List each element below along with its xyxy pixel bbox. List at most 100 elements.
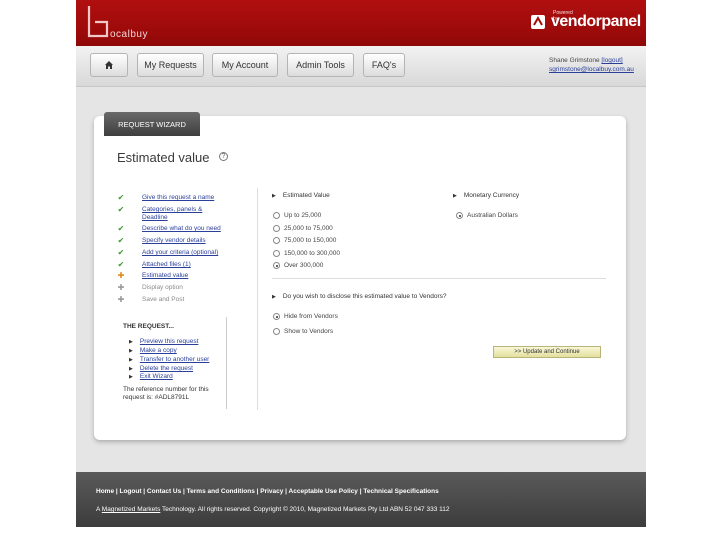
- column-divider: [257, 188, 258, 410]
- step-label: Give this request a name: [142, 194, 215, 201]
- bullet-triangle-icon: ▶: [129, 356, 133, 363]
- transfer-request-link[interactable]: ▶ Transfer to another user: [129, 356, 209, 363]
- section-triangle-icon: ▶: [272, 293, 276, 300]
- check-icon: ✔: [117, 236, 125, 245]
- step-item[interactable]: ✔ Describe what do you need: [116, 223, 221, 234]
- option-label: 25,000 to 75,000: [284, 225, 333, 232]
- step-item-pending: ✚ Display option: [116, 282, 183, 293]
- reference-line-1: The reference number for this: [123, 386, 209, 393]
- step-label: Display option: [142, 284, 183, 291]
- header-bar: ocalbuy Powered by vendorpanel: [76, 0, 646, 46]
- user-email-link[interactable]: sgrimstone@localbuy.com.au: [549, 66, 634, 73]
- make-copy-link[interactable]: ▶ Make a copy: [129, 347, 177, 354]
- step-item[interactable]: ✔ Specify vendor details: [116, 235, 206, 246]
- option-label: Up to 25,000: [284, 212, 322, 219]
- option-label: 75,000 to 150,000: [284, 237, 337, 244]
- value-option-150000-300000[interactable]: 150,000 to 300,000: [273, 250, 340, 257]
- delete-request-link[interactable]: ▶ Delete the request: [129, 365, 193, 372]
- nav-bar: My Requests My Account Admin Tools FAQ's…: [76, 46, 646, 87]
- step-item[interactable]: ✔ Give this request a name: [116, 192, 215, 203]
- pending-step-icon: ✚: [117, 295, 125, 304]
- bullet-triangle-icon: ▶: [129, 347, 133, 354]
- section-triangle-icon: ▶: [272, 192, 276, 199]
- user-name: Shane Grimstone: [549, 57, 600, 64]
- check-icon: ✔: [117, 248, 125, 257]
- value-option-upto-25000[interactable]: Up to 25,000: [273, 212, 321, 219]
- heading-text: Estimated Value: [282, 192, 330, 199]
- user-info: Shane Grimstone [logout] sgrimstone@loca…: [549, 56, 634, 74]
- option-label: 150,000 to 300,000: [284, 250, 341, 257]
- home-button[interactable]: [90, 53, 128, 77]
- step-item[interactable]: ✔ Attached files (1): [116, 259, 191, 270]
- check-icon: ✔: [117, 193, 125, 202]
- option-label: Show to Vendors: [284, 328, 334, 335]
- step-item-line2[interactable]: Deadline: [142, 212, 168, 223]
- radio-button[interactable]: [273, 237, 280, 244]
- estimated-value-heading: ▶ Estimated Value: [272, 192, 330, 199]
- action-label: Transfer to another user: [139, 356, 210, 363]
- radio-button-selected[interactable]: [273, 313, 280, 320]
- radio-button[interactable]: [273, 250, 280, 257]
- check-icon: ✔: [117, 205, 125, 214]
- value-option-over-300000[interactable]: Over 300,000: [273, 262, 323, 269]
- action-label: Make a copy: [139, 347, 177, 354]
- bullet-triangle-icon: ▶: [129, 365, 133, 372]
- step-label: Describe what do you need: [142, 225, 221, 232]
- action-label: Preview this request: [139, 338, 199, 345]
- step-item-pending: ✚ Save and Post: [116, 294, 185, 305]
- action-label: Delete the request: [139, 365, 193, 372]
- action-label: Exit Wizard: [139, 373, 173, 380]
- footer: Home | Logout | Contact Us | Terms and C…: [76, 472, 646, 527]
- option-label: Australian Dollars: [467, 212, 518, 219]
- heading-text: Do you wish to disclose this estimated v…: [282, 293, 447, 300]
- copyright-rest: Technology. All rights reserved. Copyrig…: [162, 506, 450, 513]
- section-divider: [272, 278, 606, 279]
- logo-text: ocalbuy: [110, 29, 148, 40]
- radio-button-selected[interactable]: [456, 212, 463, 219]
- step-label: Add your criteria (optional): [142, 249, 219, 256]
- value-option-75000-150000[interactable]: 75,000 to 150,000: [273, 237, 336, 244]
- app-window: ocalbuy Powered by vendorpanel My Reques…: [76, 0, 646, 527]
- update-continue-button[interactable]: >> Update and Continue: [493, 346, 601, 358]
- check-icon: ✔: [117, 224, 125, 233]
- section-triangle-icon: ▶: [453, 192, 457, 199]
- value-option-25000-75000[interactable]: 25,000 to 75,000: [273, 225, 333, 232]
- step-label: Attached files (1): [142, 261, 191, 268]
- nav-admin-tools[interactable]: Admin Tools: [287, 53, 354, 77]
- currency-heading: ▶ Monetary Currency: [453, 192, 519, 199]
- request-wizard-tab: REQUEST WIZARD: [104, 112, 200, 136]
- bullet-triangle-icon: ▶: [129, 373, 133, 380]
- company-link[interactable]: Magnetized Markets: [102, 506, 161, 513]
- step-item[interactable]: ✔ Add your criteria (optional): [116, 247, 219, 258]
- nav-my-requests[interactable]: My Requests: [137, 53, 204, 77]
- radio-button[interactable]: [273, 328, 280, 335]
- radio-button-selected[interactable]: [273, 262, 280, 269]
- disclose-option-hide[interactable]: Hide from Vendors: [273, 313, 338, 320]
- disclose-option-show[interactable]: Show to Vendors: [273, 328, 333, 335]
- page-title: Estimated value: [117, 150, 210, 165]
- logout-link[interactable]: [logout]: [601, 57, 622, 64]
- option-label: Hide from Vendors: [284, 313, 338, 320]
- localbuy-logo-icon: [87, 6, 109, 38]
- nav-faqs[interactable]: FAQ's: [363, 53, 405, 77]
- copyright-prefix: A: [96, 506, 100, 513]
- exit-wizard-link[interactable]: ▶ Exit Wizard: [129, 373, 173, 380]
- preview-request-link[interactable]: ▶ Preview this request: [129, 338, 198, 345]
- radio-button[interactable]: [273, 212, 280, 219]
- disclose-heading: ▶ Do you wish to disclose this estimated…: [272, 293, 447, 300]
- bullet-triangle-icon: ▶: [129, 338, 133, 345]
- footer-links[interactable]: Home | Logout | Contact Us | Terms and C…: [96, 488, 439, 495]
- copyright-text: A Magnetized Markets Technology. All rig…: [96, 506, 450, 513]
- request-box-heading: THE REQUEST...: [123, 323, 174, 330]
- currency-option-aud[interactable]: Australian Dollars: [456, 212, 518, 219]
- check-icon: ✔: [117, 260, 125, 269]
- pending-step-icon: ✚: [117, 283, 125, 292]
- reference-line-2: request is: #ADL8791L: [123, 394, 190, 401]
- current-step-icon: ✚: [117, 271, 125, 280]
- step-label: Specify vendor details: [142, 237, 206, 244]
- nav-my-account[interactable]: My Account: [212, 53, 278, 77]
- vendorpanel-label: vendorpanel: [551, 13, 641, 30]
- radio-button[interactable]: [273, 225, 280, 232]
- home-icon: [105, 61, 113, 69]
- help-icon[interactable]: ?: [219, 152, 228, 161]
